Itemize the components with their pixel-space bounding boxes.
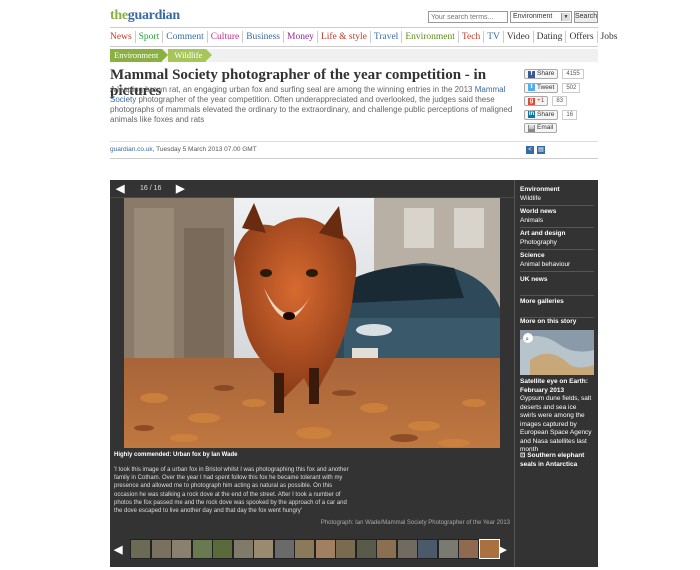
byline-tools: < ▤: [526, 146, 545, 154]
facebook-icon: f: [528, 70, 535, 78]
divider: [520, 249, 594, 250]
nav-money[interactable]: Money: [284, 31, 318, 43]
story-2[interactable]: ⊡ Southern elephant seals in Antarctica: [520, 452, 594, 469]
nav-video[interactable]: Video: [504, 31, 534, 43]
gallery-thumbnail[interactable]: [396, 539, 418, 559]
nav-life-style[interactable]: Life & style: [318, 31, 371, 43]
tweet-count: 502: [562, 82, 581, 93]
divider: [110, 158, 598, 159]
story-thumbnail[interactable]: ⌕: [520, 330, 594, 375]
gallery-thumbnail[interactable]: [191, 539, 213, 559]
gallery-thumbnail[interactable]: [355, 539, 377, 559]
nav-business[interactable]: Business: [243, 31, 285, 43]
standfirst: A leaping brown rat, an engaging urban f…: [110, 85, 513, 124]
nav-tv[interactable]: TV: [484, 31, 504, 43]
thumbs-prev-arrow-icon[interactable]: ◀: [114, 543, 122, 556]
next-arrow-icon[interactable]: ▶: [176, 182, 184, 195]
sidebar-section[interactable]: World news Animals: [520, 208, 594, 225]
gallery-thumbnail[interactable]: [335, 539, 356, 559]
print-icon[interactable]: ▤: [537, 146, 545, 154]
story-1[interactable]: Satellite eye on Earth: February 2013 Gy…: [520, 378, 594, 455]
breadcrumb-environment[interactable]: Environment: [110, 49, 169, 62]
gallery-thumbnail[interactable]: [376, 539, 397, 559]
twitter-icon: t: [528, 84, 535, 91]
linkedin-share-button[interactable]: in Share: [524, 109, 559, 120]
gallery-thumbnail[interactable]: [437, 539, 459, 559]
nav-tech[interactable]: Tech: [459, 31, 485, 43]
main-nav: News Sport Comment Culture Business Money Life…: [110, 31, 620, 43]
gallery-thumbnail[interactable]: [294, 539, 315, 559]
gallery-thumbnail[interactable]: [150, 539, 172, 559]
search-button[interactable]: Search: [574, 11, 598, 23]
gallery-thumbnail[interactable]: [273, 539, 295, 559]
breadcrumb-wildlife[interactable]: Wildlife: [168, 49, 213, 62]
email-icon: ✉: [528, 124, 535, 132]
source-link[interactable]: guardian.co.uk: [110, 146, 153, 153]
nav-dating[interactable]: Dating: [534, 31, 567, 43]
gallery-thumbnail[interactable]: [130, 539, 151, 559]
gallery-thumbnail[interactable]: [232, 539, 254, 559]
gallery-thumbnail[interactable]: [417, 539, 438, 559]
byline: guardian.co.uk, Tuesday 5 March 2013 07.…: [110, 146, 257, 153]
caption-title: Highly commended: Urban fox by Ian Wade: [114, 452, 238, 458]
search-input[interactable]: [428, 11, 508, 23]
gallery-thumbnail[interactable]: [314, 539, 336, 559]
gplus-button[interactable]: g +1: [524, 96, 549, 106]
nav-comment[interactable]: Comment: [163, 31, 208, 43]
guardian-logo[interactable]: theguardian: [110, 8, 180, 24]
caption-text: 'I took this image of a urban fox in Bri…: [114, 467, 349, 515]
share-panel: f Share 4155 t Tweet 502 g +1 83 in Share 16…: [524, 69, 600, 137]
share-icon[interactable]: <: [526, 146, 534, 154]
gallery-photo[interactable]: [124, 198, 500, 448]
nav-news[interactable]: News: [110, 31, 136, 43]
divider: [520, 205, 594, 206]
email-button[interactable]: ✉ Email: [524, 123, 558, 133]
divider: [110, 27, 598, 28]
breadcrumb: Environment Wildlife: [110, 49, 598, 62]
gallery-sidebar: Environment Wildlife World news Animals Art …: [514, 180, 598, 567]
thumbnail-strip: ◀ ▶: [110, 537, 514, 562]
divider: [520, 271, 594, 272]
divider: [520, 227, 594, 228]
more-on-story-heading: More on this story: [520, 318, 577, 325]
gallery-thumbnail[interactable]: [458, 539, 479, 559]
divider: [110, 46, 598, 47]
gallery-nav: ◀ 16 / 16 ▶: [110, 180, 514, 198]
nav-offers[interactable]: Offers: [566, 31, 598, 43]
section-select[interactable]: Environment ▼: [510, 11, 572, 23]
nav-environment[interactable]: Environment: [402, 31, 459, 43]
nav-sport[interactable]: Sport: [136, 31, 164, 43]
sidebar-section[interactable]: More galleries: [520, 298, 594, 307]
prev-arrow-icon[interactable]: ◀: [116, 182, 124, 195]
gplus-icon: g: [528, 97, 535, 105]
gallery-counter: 16 / 16: [140, 185, 162, 192]
sidebar-section[interactable]: Environment Wildlife: [520, 186, 594, 203]
nav-jobs[interactable]: Jobs: [598, 31, 621, 43]
gallery-thumbnail[interactable]: [212, 539, 233, 559]
photo-gallery: ◀ 16 / 16 ▶ Highly commended: Urban fox …: [110, 180, 598, 567]
nav-travel[interactable]: Travel: [371, 31, 403, 43]
svg-text:⌕: ⌕: [526, 337, 529, 343]
facebook-share-button[interactable]: f Share: [524, 69, 559, 79]
divider: [520, 295, 594, 296]
gplus-count: 83: [552, 96, 568, 106]
facebook-count: 4155: [562, 69, 584, 79]
tweet-button[interactable]: t Tweet: [524, 82, 559, 93]
sidebar-section[interactable]: Art and design Photography: [520, 230, 594, 247]
linkedin-icon: in: [528, 111, 535, 118]
linkedin-count: 16: [562, 109, 578, 120]
nav-culture[interactable]: Culture: [208, 31, 244, 43]
photo-credit: Photograph: Ian Wade/Mammal Society Phot…: [320, 520, 510, 526]
sidebar-section[interactable]: UK news: [520, 276, 594, 285]
sidebar-section[interactable]: Science Animal behaviour: [520, 252, 594, 269]
gallery-thumbnail[interactable]: [478, 539, 500, 559]
gallery-thumbnail[interactable]: [171, 539, 192, 559]
chevron-down-icon: ▼: [561, 13, 570, 21]
divider: [110, 141, 598, 142]
gallery-thumbnail[interactable]: [253, 539, 274, 559]
